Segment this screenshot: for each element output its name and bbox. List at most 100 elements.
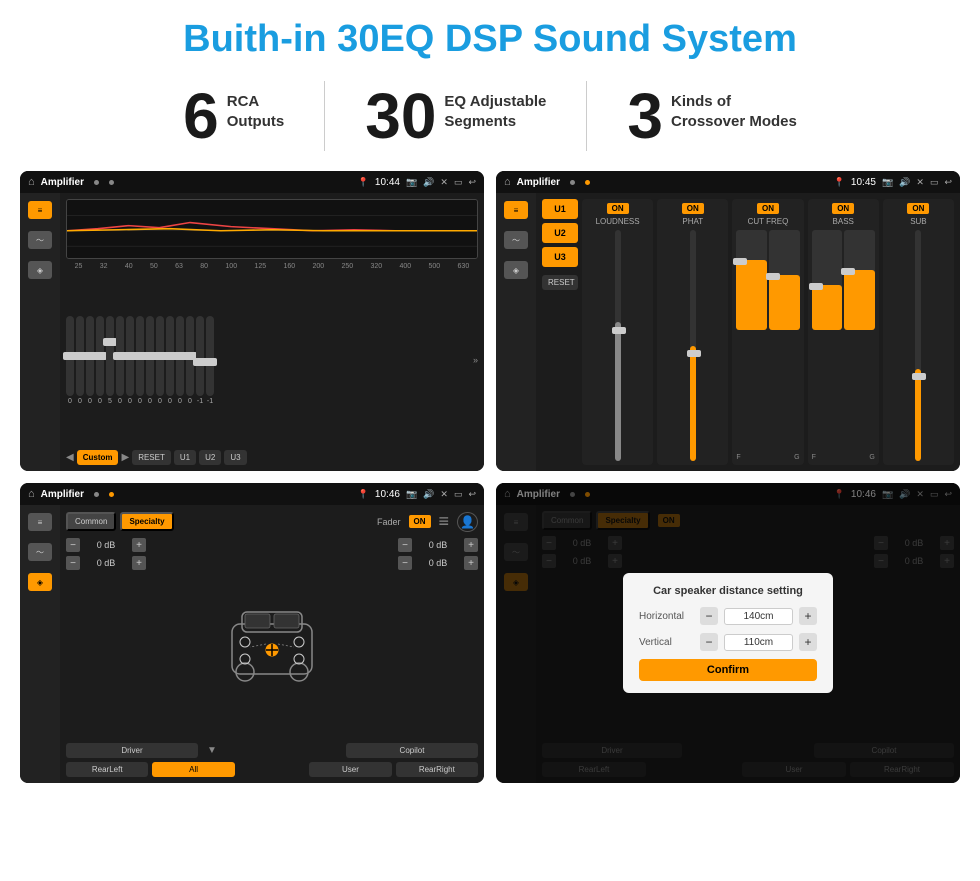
stat-label-rca-1: RCA: [227, 92, 285, 112]
eq-custom-btn[interactable]: Custom: [77, 450, 119, 465]
eq-slider-col-11: 0: [166, 316, 174, 405]
home-icon: ⌂: [28, 176, 35, 188]
crossover-nav-eq[interactable]: ≡: [504, 201, 528, 219]
back-icon-3: ↩: [468, 489, 476, 500]
camera-icon: 📷: [406, 177, 417, 188]
rearleft-btn[interactable]: RearLeft: [66, 762, 148, 777]
eq-nav-wave[interactable]: 〜: [28, 231, 52, 249]
stat-label-crossover-2: Crossover Modes: [671, 112, 797, 132]
horizontal-row: Horizontal − 140cm +: [639, 607, 817, 625]
eq-bottom-bar: ◀ Custom ▶ RESET U1 U2 U3: [66, 450, 478, 465]
eq-nav-eq[interactable]: ≡: [28, 201, 52, 219]
eq-slider-col-6: 0: [116, 316, 124, 405]
bass-slider-f[interactable]: [812, 230, 843, 330]
crossover-u-buttons: U1 U2 U3 RESET: [542, 199, 578, 465]
sub-slider[interactable]: [915, 230, 921, 461]
left-db2-minus[interactable]: −: [66, 556, 80, 570]
horizontal-minus-btn[interactable]: −: [700, 607, 718, 625]
fader-nav-vol[interactable]: ◈: [28, 573, 52, 591]
eq-reset-btn[interactable]: RESET: [132, 450, 171, 465]
crossover-status-bar: ⌂ Amplifier 📍 10:45 📷 🔊 ✕ ▭ ↩: [496, 171, 960, 193]
phat-slider[interactable]: [690, 230, 696, 461]
bass-on-btn[interactable]: ON: [832, 203, 854, 214]
eq-freq-labels: 25 32 40 50 63 80 100 125 160 200 250 32…: [66, 263, 478, 270]
user-btn[interactable]: User: [309, 762, 391, 777]
stat-number-crossover: 3: [627, 84, 663, 148]
left-db2-plus[interactable]: +: [132, 556, 146, 570]
right-db1-plus[interactable]: +: [464, 538, 478, 552]
eq-u1-btn[interactable]: U1: [174, 450, 196, 465]
expand-icon: »: [473, 355, 478, 365]
u3-button[interactable]: U3: [542, 247, 578, 267]
loudness-slider[interactable]: [615, 230, 621, 461]
common-tab-btn[interactable]: Common: [66, 512, 116, 531]
vertical-label: Vertical: [639, 637, 694, 648]
specialty-tab-btn[interactable]: Specialty: [120, 512, 173, 531]
crossover-side-nav: ≡ 〜 ◈: [496, 193, 536, 471]
eq-nav-vol[interactable]: ◈: [28, 261, 52, 279]
bass-channel: ON BASS: [808, 199, 879, 465]
eq-body: ≡ 〜 ◈: [20, 193, 484, 471]
copilot-btn[interactable]: Copilot: [346, 743, 478, 758]
crossover-dot1: [570, 180, 575, 185]
all-btn[interactable]: All: [152, 762, 234, 777]
phat-on-btn[interactable]: ON: [682, 203, 704, 214]
eq-main-content: 25 32 40 50 63 80 100 125 160 200 250 32…: [60, 193, 484, 471]
eq-slider-col-9: 0: [146, 316, 154, 405]
profile-icon[interactable]: 👤: [457, 512, 478, 532]
battery-icon-2: ▭: [930, 177, 939, 188]
cutfreq-on-btn[interactable]: ON: [757, 203, 779, 214]
eq-side-nav: ≡ 〜 ◈: [20, 193, 60, 471]
crossover-nav-vol[interactable]: ◈: [504, 261, 528, 279]
eq-slider-col-10: 0: [156, 316, 164, 405]
loudness-label: LOUDNESS: [596, 217, 640, 226]
fader-right-db2: − 0 dB +: [398, 556, 478, 570]
left-db1-plus[interactable]: +: [132, 538, 146, 552]
eq-slider-4[interactable]: [96, 316, 104, 396]
crossover-nav-wave[interactable]: 〜: [504, 231, 528, 249]
fader-on-btn[interactable]: ON: [409, 515, 431, 528]
fader-nav-eq[interactable]: ≡: [28, 513, 52, 531]
crossover-reset-btn[interactable]: RESET: [542, 275, 578, 290]
stats-row: 6 RCA Outputs 30 EQ Adjustable Segments …: [0, 71, 980, 161]
right-db2-minus[interactable]: −: [398, 556, 412, 570]
driver-btn[interactable]: Driver: [66, 743, 198, 758]
back-icon: ↩: [468, 177, 476, 188]
sub-on-btn[interactable]: ON: [907, 203, 929, 214]
fader-nav-wave[interactable]: 〜: [28, 543, 52, 561]
right-db2-val: 0 dB: [415, 558, 461, 568]
confirm-button[interactable]: Confirm: [639, 659, 817, 681]
u1-button[interactable]: U1: [542, 199, 578, 219]
prev-arrow[interactable]: ◀: [66, 452, 74, 463]
u2-button[interactable]: U2: [542, 223, 578, 243]
right-db2-plus[interactable]: +: [464, 556, 478, 570]
eq-slider-13[interactable]: [186, 316, 194, 396]
eq-sliders: 0 0 0 0 5: [66, 274, 478, 446]
rearright-btn[interactable]: RearRight: [396, 762, 478, 777]
next-arrow[interactable]: ▶: [121, 452, 129, 463]
right-db1-minus[interactable]: −: [398, 538, 412, 552]
eq-slider-14[interactable]: [196, 316, 204, 396]
eq-slider-col-12: 0: [176, 316, 184, 405]
left-db1-val: 0 dB: [83, 540, 129, 550]
x-icon-2: ✕: [916, 177, 924, 188]
eq-slider-col-4: 0: [96, 316, 104, 405]
eq-u2-btn[interactable]: U2: [199, 450, 221, 465]
fader-time: 10:46: [375, 489, 400, 500]
vertical-plus-btn[interactable]: +: [799, 633, 817, 651]
eq-screen: ⌂ Amplifier 📍 10:44 📷 🔊 ✕ ▭ ↩ ≡ 〜 ◈: [20, 171, 484, 471]
fader-slider-h[interactable]: ≡: [439, 511, 450, 532]
cutfreq-slider-g[interactable]: [769, 230, 800, 330]
cutfreq-slider-f[interactable]: [736, 230, 767, 330]
page-title: Buith-in 30EQ DSP Sound System: [0, 0, 980, 71]
bass-slider-g[interactable]: [844, 230, 875, 330]
horizontal-plus-btn[interactable]: +: [799, 607, 817, 625]
loudness-on-btn[interactable]: ON: [607, 203, 629, 214]
cutfreq-label: CUT FREQ: [748, 217, 789, 226]
crossover-body: ≡ 〜 ◈ U1 U2 U3 RESET ON LOUDNESS: [496, 193, 960, 471]
car-svg: [217, 594, 327, 684]
left-db1-minus[interactable]: −: [66, 538, 80, 552]
eq-u3-btn[interactable]: U3: [224, 450, 246, 465]
vertical-minus-btn[interactable]: −: [700, 633, 718, 651]
eq-slider-15[interactable]: [206, 316, 214, 396]
